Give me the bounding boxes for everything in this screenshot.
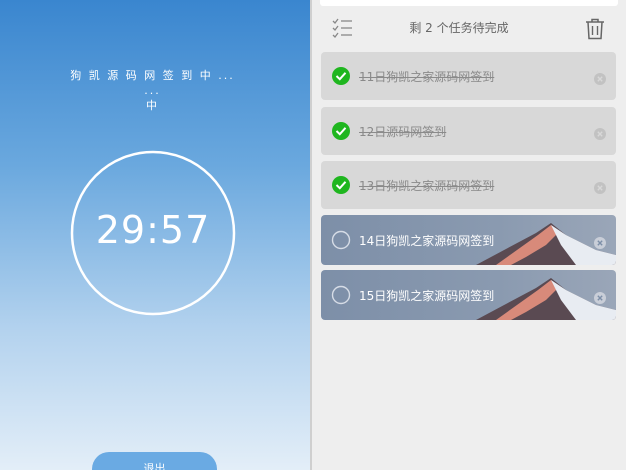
close-circle-icon[interactable] xyxy=(594,70,606,85)
current-task-title: 狗 凯 源 码 网 签 到 中 ... ... 中 xyxy=(60,68,245,113)
remaining-count: 剩 2 个任务待完成 xyxy=(409,21,509,35)
task-panel: 剩 2 个任务待完成 11日狗凯之家源码网签到 12日源码网签到 13日狗凯之家… xyxy=(312,0,626,470)
task-item[interactable]: 14日狗凯之家源码网签到 xyxy=(321,215,616,265)
exit-button[interactable]: 退出 xyxy=(92,452,217,470)
task-label: 15日狗凯之家源码网签到 xyxy=(359,289,495,303)
current-task-title-line1: 狗 凯 源 码 网 签 到 中 ... ... xyxy=(70,69,235,97)
trash-icon[interactable] xyxy=(585,18,605,44)
current-task-title-line2: 中 xyxy=(146,99,159,112)
check-circle-icon[interactable] xyxy=(331,121,351,141)
task-item[interactable]: 13日狗凯之家源码网签到 xyxy=(321,161,616,209)
close-circle-icon[interactable] xyxy=(594,179,606,194)
check-circle-icon[interactable] xyxy=(331,175,351,195)
task-header: 剩 2 个任务待完成 xyxy=(312,8,626,48)
task-item[interactable]: 15日狗凯之家源码网签到 xyxy=(321,270,616,320)
task-label: 12日源码网签到 xyxy=(359,125,447,139)
countdown-timer: 29:57 xyxy=(95,208,211,252)
empty-circle-icon[interactable] xyxy=(331,285,351,305)
task-item[interactable]: 11日狗凯之家源码网签到 xyxy=(321,52,616,100)
task-item[interactable]: 12日源码网签到 xyxy=(321,107,616,155)
close-circle-icon[interactable] xyxy=(594,125,606,140)
task-label: 11日狗凯之家源码网签到 xyxy=(359,70,495,84)
close-circle-icon[interactable] xyxy=(594,234,606,249)
top-input-strip xyxy=(320,0,618,6)
empty-circle-icon[interactable] xyxy=(331,230,351,250)
close-circle-icon[interactable] xyxy=(594,289,606,304)
task-label: 13日狗凯之家源码网签到 xyxy=(359,179,495,193)
task-label: 14日狗凯之家源码网签到 xyxy=(359,234,495,248)
check-circle-icon[interactable] xyxy=(331,66,351,86)
timer-panel: 狗 凯 源 码 网 签 到 中 ... ... 中 29:57 退出 xyxy=(0,0,310,470)
checklist-icon xyxy=(332,18,354,42)
